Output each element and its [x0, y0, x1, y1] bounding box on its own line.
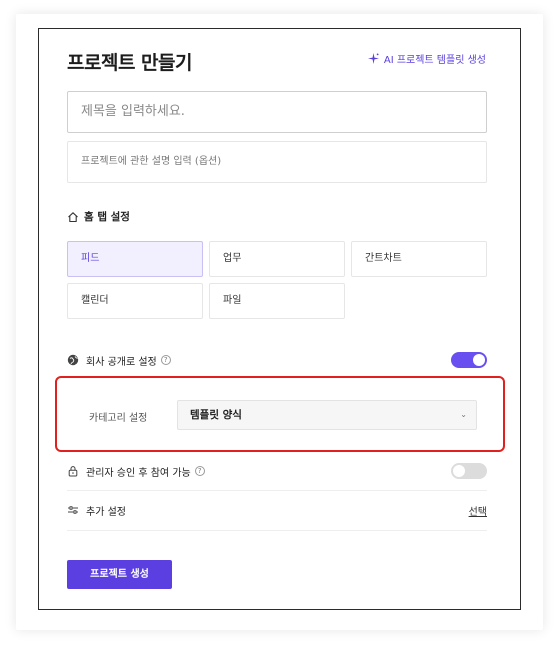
tab-option-gantt[interactable]: 간트차트 [351, 241, 487, 277]
help-icon[interactable]: ? [194, 466, 205, 476]
extra-settings-select-link[interactable]: 선택 [469, 503, 487, 518]
home-icon [67, 211, 79, 223]
category-selected-value: 템플릿 양식 [190, 409, 242, 421]
admin-approval-row: 관리자 승인 후 참여 가능 ? [67, 461, 487, 481]
category-label: 카테고리 설정 [89, 413, 148, 424]
ai-template-link-label: AI 프로젝트 템플릿 생성 [383, 55, 486, 66]
category-select[interactable]: 템플릿 양식 ⌄ [177, 400, 477, 430]
admin-approval-toggle[interactable] [451, 463, 487, 479]
help-icon[interactable]: ? [160, 355, 171, 365]
tab-option-feed[interactable]: 피드 [67, 241, 203, 277]
ai-template-link[interactable]: AI 프로젝트 템플릿 생성 [367, 51, 486, 66]
globe-icon [67, 354, 79, 366]
extra-settings-row: 추가 설정 선택 [67, 500, 487, 520]
chevron-down-icon: ⌄ [460, 410, 467, 419]
create-project-modal: 프로젝트 만들기 AI 프로젝트 템플릿 생성 제목을 입력하세요. 프로젝트에… [38, 28, 521, 610]
tab-option-file[interactable]: 파일 [209, 283, 345, 319]
tab-option-calendar[interactable]: 캘린더 [67, 283, 203, 319]
toggle-knob [473, 354, 485, 366]
title-input[interactable]: 제목을 입력하세요. [67, 91, 487, 133]
company-public-row: 회사 공개로 설정 ? [67, 350, 487, 370]
company-public-label: 회사 공개로 설정 [86, 356, 157, 368]
home-tab-section-label: 홈 탭 설정 [67, 209, 130, 224]
tab-option-task[interactable]: 업무 [209, 241, 345, 277]
lock-icon [67, 465, 79, 477]
modal-title: 프로젝트 만들기 [67, 52, 192, 74]
home-tab-label: 홈 탭 설정 [84, 211, 130, 223]
divider [67, 490, 487, 491]
sliders-icon [67, 504, 79, 516]
admin-approval-label: 관리자 승인 후 참여 가능 [86, 467, 191, 479]
description-input[interactable]: 프로젝트에 관한 설명 입력 (옵션) [67, 141, 487, 183]
create-project-button[interactable]: 프로젝트 생성 [67, 560, 172, 589]
company-public-toggle[interactable] [451, 352, 487, 368]
extra-settings-label: 추가 설정 [86, 506, 126, 518]
toggle-knob [453, 465, 465, 477]
divider [67, 530, 487, 531]
category-setting-box: 카테고리 설정 템플릿 양식 ⌄ [55, 376, 505, 452]
sparkle-icon [367, 53, 379, 64]
